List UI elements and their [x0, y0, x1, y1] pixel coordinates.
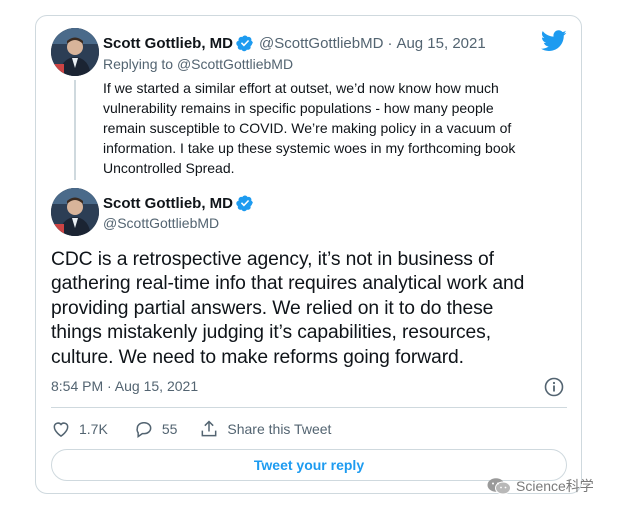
reply-count: 55	[161, 421, 178, 437]
divider	[51, 407, 567, 408]
like-button[interactable]: 1.7K	[51, 419, 108, 439]
replying-to-mention[interactable]: @ScottGottliebMD	[177, 56, 293, 72]
reply-tweet-header: Scott Gottlieb, MD @ScottGottliebMD · Au…	[103, 34, 486, 52]
comment-icon	[136, 422, 152, 438]
separator-dot: ·	[387, 34, 393, 52]
share-label: Share this Tweet	[227, 421, 332, 437]
avatar[interactable]	[51, 188, 99, 236]
reply-action-button[interactable]: 55	[134, 419, 178, 439]
main-tweet-text: CDC is a retrospective agency, it’s not …	[51, 249, 525, 368]
twitter-bird-icon[interactable]	[541, 30, 567, 52]
main-tweet-header: Scott Gottlieb, MD	[103, 194, 254, 212]
wechat-icon	[487, 478, 511, 495]
tweet-actions: 1.7K 55 Share this Tweet	[51, 418, 331, 440]
tweet-timestamp[interactable]: 8:54 PM · Aug 15, 2021	[51, 378, 198, 394]
avatar[interactable]	[51, 28, 99, 76]
replying-to-line: Replying to @ScottGottliebMD	[103, 56, 293, 72]
author-name[interactable]: Scott Gottlieb, MD	[103, 35, 233, 52]
author-handle[interactable]: @ScottGottliebMD	[103, 215, 219, 231]
watermark-text: Science科学	[516, 478, 594, 494]
thread-connector-line	[74, 80, 76, 180]
heart-icon	[53, 422, 69, 437]
verified-badge-icon	[236, 194, 254, 212]
author-name[interactable]: Scott Gottlieb, MD	[103, 195, 233, 212]
info-icon[interactable]	[544, 377, 564, 397]
replying-to-label: Replying to	[103, 56, 174, 72]
watermark: Science科学	[486, 476, 594, 496]
reply-tweet-text: If we started a similar effort at outset…	[103, 80, 516, 176]
author-handle[interactable]: @ScottGottliebMD	[259, 35, 383, 52]
tweet-embed-card: Scott Gottlieb, MD @ScottGottliebMD · Au…	[35, 15, 582, 494]
verified-badge-icon	[236, 34, 254, 52]
share-icon	[201, 420, 217, 437]
share-button[interactable]: Share this Tweet	[199, 419, 331, 439]
tweet-date[interactable]: Aug 15, 2021	[396, 35, 485, 52]
like-count: 1.7K	[79, 421, 108, 437]
